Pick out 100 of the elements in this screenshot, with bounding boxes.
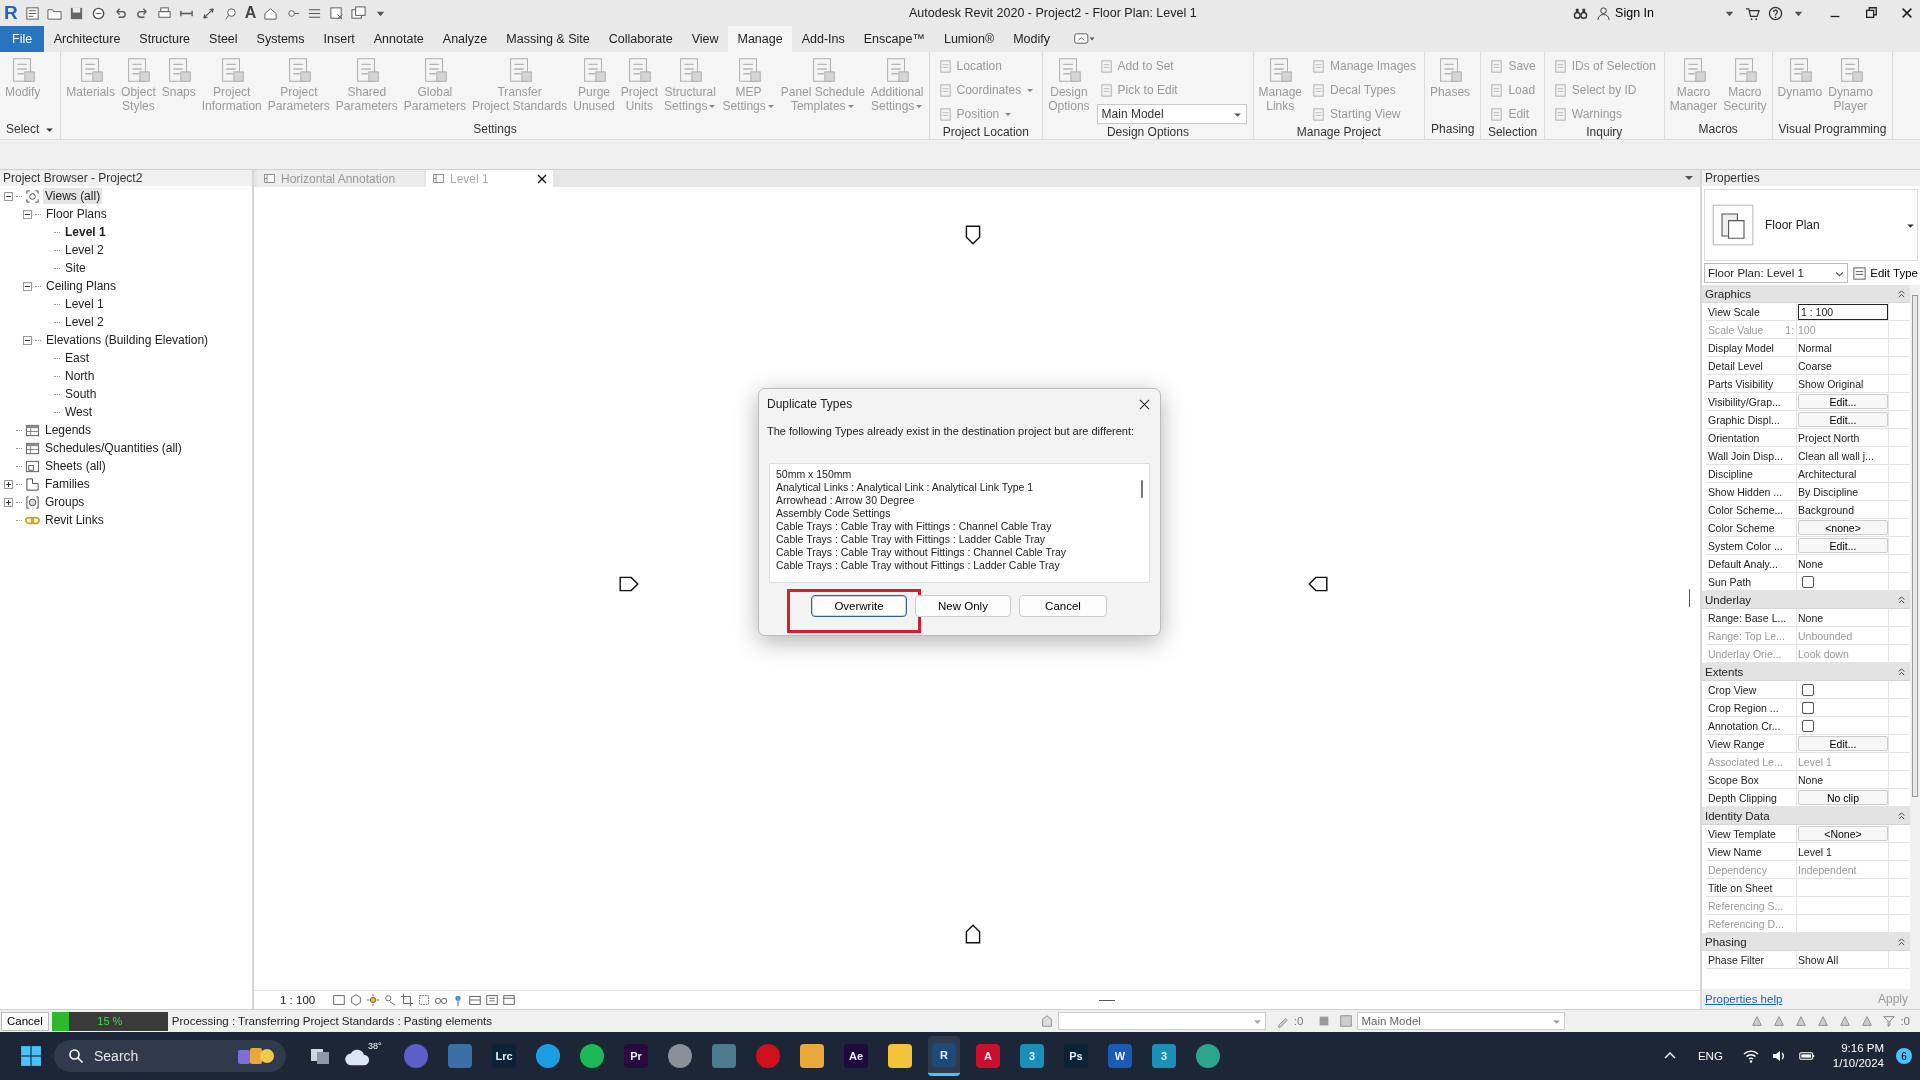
taskbar-app[interactable]: A (972, 1036, 1004, 1076)
caret-icon[interactable] (1684, 173, 1694, 183)
property-value[interactable]: Background (1798, 503, 1855, 516)
crop-region-icon[interactable] (417, 993, 432, 1007)
collapse-icon[interactable] (1897, 595, 1906, 604)
tree-item[interactable]: South (63, 386, 99, 402)
property-value[interactable]: Show Original (1798, 377, 1864, 390)
tree-item[interactable]: Ceiling Plans (44, 278, 119, 294)
panel-title[interactable]: Settings (61, 119, 929, 139)
dimension-icon[interactable] (200, 5, 216, 21)
property-button[interactable]: Edit... (1798, 736, 1888, 751)
expand-toggle[interactable] (23, 209, 32, 219)
tree-item[interactable]: Level 2 (63, 314, 106, 330)
window-icon[interactable] (24, 5, 40, 21)
ribbon-tab[interactable]: Modify (1003, 26, 1060, 52)
tree-item[interactable]: Revit Links (43, 512, 106, 528)
properties-help-link[interactable]: Properties help (1705, 993, 1783, 1005)
tree-item[interactable]: North (63, 368, 97, 384)
scale-field[interactable]: 1 : 100 (1798, 303, 1888, 320)
property-value[interactable]: None (1798, 773, 1824, 786)
shadows-icon[interactable] (383, 993, 398, 1007)
taskbar-app[interactable]: Pr (620, 1036, 652, 1076)
panel-title[interactable]: Manage Project (1253, 125, 1425, 139)
ribbon-tab[interactable]: Massing & Site (496, 26, 600, 52)
checkbox[interactable] (1802, 575, 1814, 588)
model-dropdown[interactable]: Main Model (1357, 1012, 1566, 1030)
switch-windows-icon[interactable] (351, 5, 367, 21)
property-value[interactable]: None (1798, 611, 1824, 624)
crop-icon[interactable] (400, 993, 415, 1007)
checkbox[interactable] (1802, 683, 1814, 696)
panel-title[interactable]: Inquiry (1544, 125, 1664, 139)
tree-item[interactable]: West (63, 404, 95, 420)
property-value[interactable]: Architectural (1798, 467, 1857, 480)
cancel-button[interactable]: Cancel (1, 1011, 49, 1031)
ribbon-tab[interactable]: Systems (247, 26, 314, 52)
panel-title[interactable]: Visual Programming (1772, 119, 1893, 139)
ribbon-tab[interactable]: Lumion® (934, 26, 1004, 52)
panel-title[interactable]: Macros (1664, 119, 1772, 139)
tree-item[interactable]: Schedules/Quantities (all) (43, 440, 184, 456)
scrollbar-thumb[interactable] (1141, 480, 1143, 498)
collapse-icon[interactable] (1897, 811, 1906, 820)
property-button[interactable]: Edit... (1798, 412, 1888, 427)
windows-logo-icon[interactable] (20, 1045, 42, 1067)
expand-toggle[interactable] (4, 479, 13, 489)
list-item[interactable]: Arrowhead : Arrow 30 Degree (776, 494, 1135, 507)
property-value[interactable]: Show All (1798, 953, 1839, 966)
panel-title[interactable]: Selection (1481, 125, 1544, 139)
panel-title[interactable]: Project Location (929, 125, 1043, 139)
tree-item[interactable]: Legends (43, 422, 94, 438)
dialog-button[interactable]: Cancel (1019, 595, 1107, 617)
list-item[interactable]: Cable Trays : Cable Tray with Fittings : Channel Cable Tray (776, 520, 1135, 533)
text-tool[interactable]: A (244, 5, 257, 21)
tree-item[interactable]: Level 2 (63, 242, 106, 258)
checkbox[interactable] (1802, 701, 1814, 714)
tree-item[interactable]: Groups (43, 494, 87, 510)
collapse-icon[interactable] (1897, 937, 1906, 946)
ribbon-tab[interactable]: Collaborate (599, 26, 683, 52)
type-selector[interactable]: Floor Plan (1704, 189, 1918, 261)
property-value[interactable]: Coarse (1798, 359, 1832, 372)
tree-item[interactable]: Sheets (all) (43, 458, 108, 474)
ribbon-tab[interactable]: Insert (314, 26, 365, 52)
sign-in-button[interactable]: Sign In (1596, 5, 1714, 21)
list-item[interactable]: Cable Trays : Cable Tray without Fittings : Ladder Cable Tray (776, 559, 1135, 572)
collapse-icon[interactable] (1897, 667, 1906, 676)
property-value[interactable]: Clean all wall j... (1798, 449, 1874, 462)
property-button[interactable]: <none> (1798, 520, 1888, 535)
collapse-icon[interactable] (1897, 289, 1906, 298)
scrollbar-thumb[interactable] (1912, 295, 1918, 797)
property-button[interactable]: <None> (1798, 826, 1888, 841)
taskbar-app[interactable]: Lrc (488, 1036, 520, 1076)
ribbon-tab[interactable]: Steel (199, 26, 248, 52)
ribbon-tab[interactable]: Add-Ins (792, 26, 855, 52)
list-item[interactable]: Cable Trays : Cable Tray with Fittings : Ladder Cable Tray (776, 533, 1135, 546)
analytical-icon[interactable] (468, 993, 483, 1007)
ribbon-tab[interactable]: Architecture (44, 26, 130, 52)
tree-item[interactable]: Site (63, 260, 88, 276)
ribbon-tab[interactable]: File (0, 26, 45, 52)
house-icon[interactable] (263, 5, 279, 21)
search-field[interactable]: Search (54, 1040, 286, 1072)
ribbon-tab[interactable]: Enscape™ (854, 26, 935, 52)
cart-icon[interactable] (1745, 5, 1760, 21)
dialog-button[interactable]: New Only (915, 595, 1011, 617)
reveal-icon[interactable] (485, 993, 500, 1007)
ribbon-tab[interactable]: Manage (728, 26, 793, 52)
panel-title[interactable]: Phasing (1425, 119, 1481, 139)
tree-item[interactable]: Families (43, 476, 92, 492)
expand-toggle[interactable] (23, 281, 32, 291)
taskbar-app[interactable]: Ps (1060, 1036, 1092, 1076)
detail-level-icon[interactable] (332, 993, 347, 1007)
filter-icon[interactable] (1882, 1014, 1897, 1028)
notification-badge[interactable]: 6 (1896, 1048, 1912, 1064)
expand-toggle[interactable] (23, 335, 32, 345)
expand-toggle[interactable] (4, 191, 13, 201)
cube-icon[interactable] (349, 993, 364, 1007)
tree-item[interactable]: Level 1 (63, 224, 108, 240)
list-item[interactable]: Assembly Code Settings (776, 507, 1135, 520)
dialog-button[interactable]: Overwrite (811, 595, 907, 617)
tree-item[interactable]: East (63, 350, 91, 366)
tree-item[interactable]: Level 1 (63, 296, 106, 312)
close-icon[interactable] (1900, 6, 1914, 20)
